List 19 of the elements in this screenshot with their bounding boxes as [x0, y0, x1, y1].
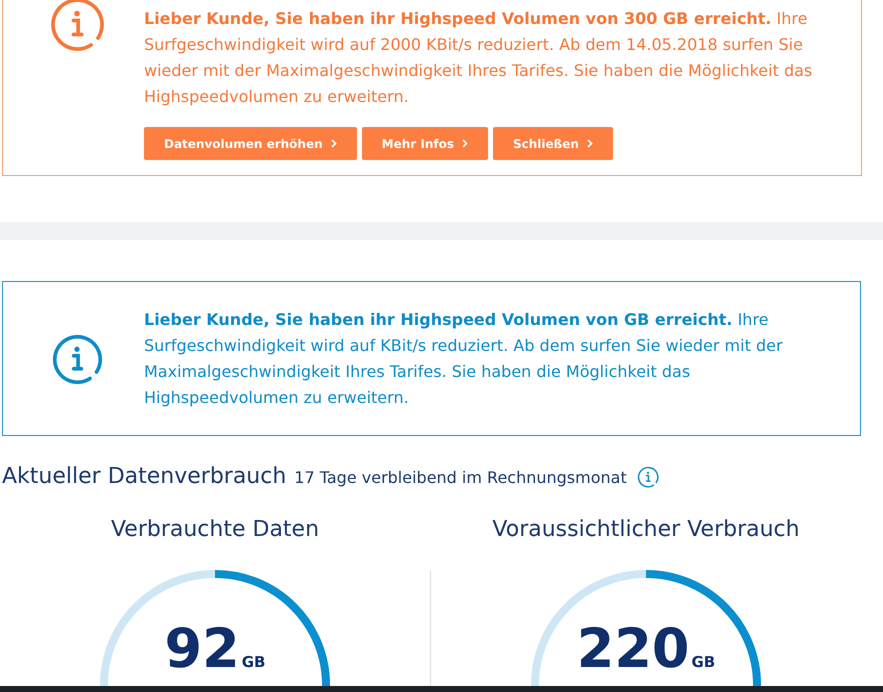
gauge-unit: GB [242, 652, 266, 673]
section-title: Aktueller Datenverbrauch [2, 463, 286, 491]
alert-message: Lieber Kunde, Sie haben ihr Highspeed Volumen von GB erreicht. Ihre Surfgeschwindigkeit wird auf KBit/s reduziert. Ab dem surfen Sie wieder mit der Maximalgeschwindigkeit Ihres Tarifes. Sie haben die Möglichkeit das Highspeedvolumen zu erweitern. [144, 308, 784, 408]
alert-button[interactable]: Schließen [492, 127, 613, 160]
chevron-right-icon [462, 139, 468, 148]
info-icon [48, 0, 104, 52]
gauge-title: Verbrauchte Daten [110, 516, 320, 544]
gauge-unit: GB [691, 652, 716, 673]
info-icon [636, 466, 659, 488]
chevron-right-icon [330, 139, 337, 148]
section-subtitle: 17 Tage verbleibend im Rechnungsmonat [294, 467, 627, 489]
alert-message: Lieber Kunde, Sie haben ihr Highspeed Volumen von 300 GB erreicht. Ihre Surfgeschwindigkeit wird auf 2000 KBit/s reduziert. Ab dem 14.05.2018 surfen Sie wieder mit der Maximalgeschwindigkeit Ihres Tarifes. Sie haben die Möglichkeit das Highspeedvolumen zu erweitern. [144, 8, 814, 108]
gauge-value: 220 [576, 621, 690, 677]
gauge-value: 92 [164, 621, 240, 677]
info-icon [50, 332, 102, 384]
alert-button[interactable]: Mehr Infos [362, 127, 488, 160]
gauge-title: Voraussichtlicher Verbrauch [492, 516, 800, 544]
chevron-right-icon [586, 139, 593, 148]
alert-button[interactable]: Datenvolumen erhöhen [144, 127, 357, 160]
